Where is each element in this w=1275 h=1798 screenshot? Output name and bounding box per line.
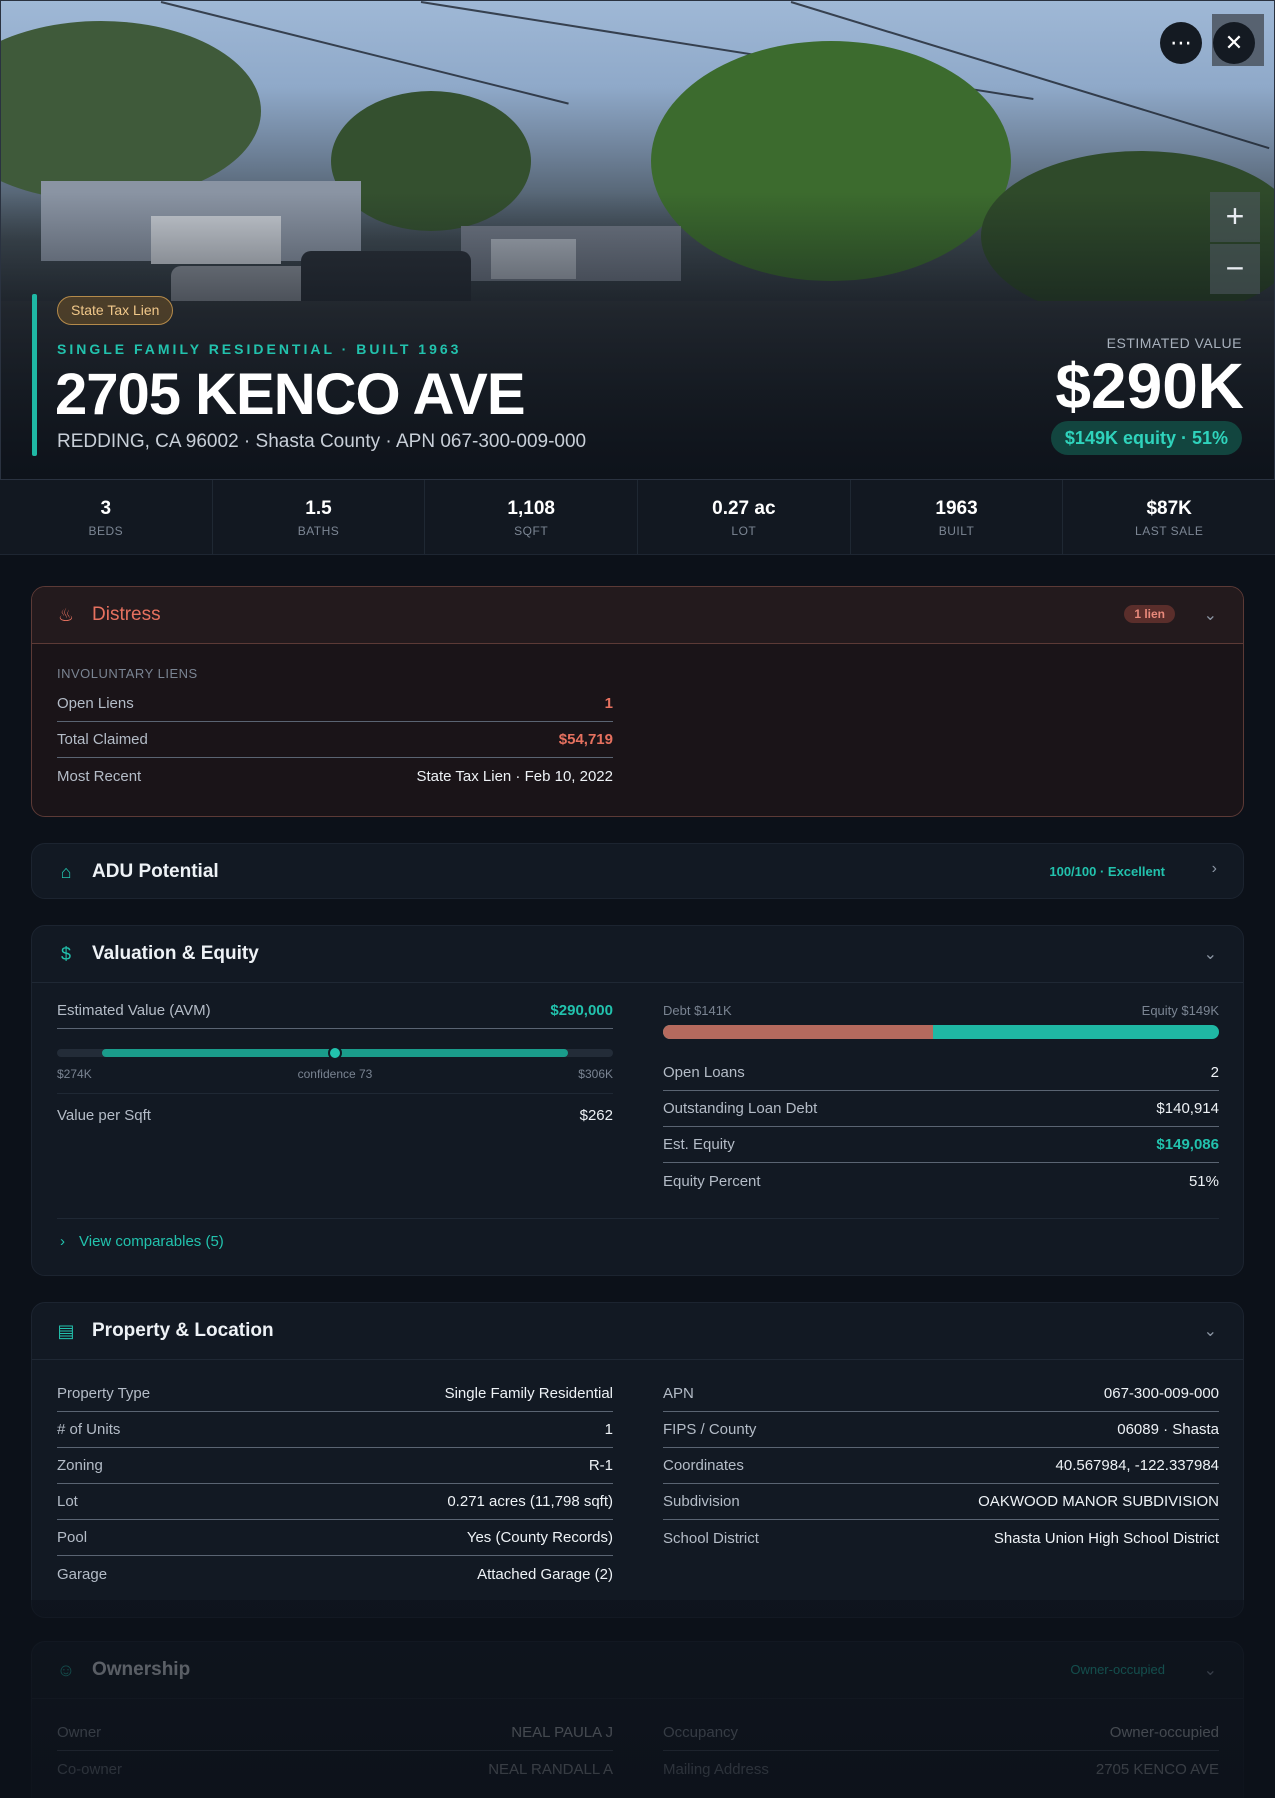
valuation-title: Valuation & Equity xyxy=(92,943,259,964)
distress-header[interactable]: ♨ Distress 1 lien ⌄ xyxy=(32,587,1243,643)
avm-row: Estimated Value (AVM) $290,000 xyxy=(57,993,613,1029)
occupancy-row: Occupancy Owner-occupied xyxy=(663,1715,1219,1751)
equity-label: Equity $149K xyxy=(1141,1003,1219,1018)
property-location-card: ▤ Property & Location ⌄ Property Type Sin… xyxy=(31,1302,1244,1618)
property-title: Property & Location xyxy=(92,1320,274,1341)
home-icon: ⌂ xyxy=(60,861,72,882)
stat-last-sale: $87K LAST SALE xyxy=(1135,498,1204,538)
hero-photo: State Tax Lien SINGLE FAMILY RESIDENTIAL… xyxy=(0,0,1275,480)
distress-card: ♨ Distress 1 lien ⌄ INVOLUNTARY LIENS Op… xyxy=(31,586,1244,817)
open-loans-row: Open Loans 2 xyxy=(663,1055,1219,1091)
debt-equity-bar xyxy=(663,1025,1219,1039)
state-tax-lien-badge[interactable]: State Tax Lien xyxy=(57,296,174,325)
stat-built: 1963 BUILT xyxy=(851,480,1064,554)
view-comparables-link[interactable]: › View comparables (5) xyxy=(60,1233,224,1250)
ownership-card: ☺ Ownership Owner-occupied ⌄ Owner NEAL P… xyxy=(31,1641,1244,1798)
avm-range-track xyxy=(57,1046,613,1060)
stats-bar: 3 BEDS 1.5 BATHS 1,108 SQFT 0.27 ac LOT 1963… xyxy=(0,480,1275,555)
pool-row: Pool Yes (County Records) xyxy=(57,1520,613,1556)
value-per-sqft-row: Value per Sqft $262 xyxy=(57,1106,613,1124)
occupancy-badge: Owner-occupied xyxy=(1070,1662,1165,1677)
more-horizontal-icon: ⋯ xyxy=(1170,30,1192,55)
total-claimed-row: Total Claimed $54,719 xyxy=(57,722,613,758)
equity-percent-row: Equity Percent 51% xyxy=(663,1172,1219,1190)
open-liens-row: Open Liens 1 xyxy=(57,686,613,722)
property-subaddress: REDDING, CA 96002 · Shasta County · APN … xyxy=(57,431,587,452)
stat-lot: 0.27 ac LOT xyxy=(638,480,851,554)
distress-title: Distress xyxy=(92,604,161,625)
most-recent-row: Most Recent State Tax Lien · Feb 10, 202… xyxy=(57,767,613,785)
property-header[interactable]: ▤ Property & Location ⌄ xyxy=(32,1303,1243,1359)
zoom-in-button[interactable]: + xyxy=(1210,192,1260,242)
ownership-header[interactable]: ☺ Ownership Owner-occupied ⌄ xyxy=(32,1642,1243,1698)
close-icon: ✕ xyxy=(1224,30,1244,55)
more-options-button[interactable]: ⋯ xyxy=(1160,22,1202,64)
lot-row: Lot 0.271 acres (11,798 sqft) xyxy=(57,1484,613,1520)
ownership-title: Ownership xyxy=(92,1659,191,1680)
involuntary-liens-label: INVOLUNTARY LIENS xyxy=(57,666,198,681)
chevron-down-icon: ⌄ xyxy=(1203,946,1217,963)
adu-header[interactable]: ⌂ ADU Potential 100/100 · Excellent › xyxy=(32,844,1243,898)
stat-sqft: 1,108 SQFT xyxy=(425,480,639,554)
chevron-down-icon: ⌄ xyxy=(1203,1323,1217,1340)
flame-icon: ♨ xyxy=(57,604,75,625)
avm-confidence-marker xyxy=(328,1046,342,1060)
accent-bar xyxy=(32,294,37,456)
est-equity-row: Est. Equity $149,086 xyxy=(663,1127,1219,1163)
adu-potential-card[interactable]: ⌂ ADU Potential 100/100 · Excellent › xyxy=(31,843,1244,899)
valuation-equity-card: $ Valuation & Equity ⌄ Estimated Value (… xyxy=(31,925,1244,1276)
plus-icon: + xyxy=(1225,198,1245,234)
school-district-row: School District Shasta Union High School … xyxy=(663,1529,1219,1547)
debt-bar-fill xyxy=(663,1025,934,1039)
lien-count-badge: 1 lien xyxy=(1124,605,1175,623)
chevron-right-icon: › xyxy=(1211,860,1217,877)
property-type-row: Property Type Single Family Residential xyxy=(57,1376,613,1412)
stat-beds: 3 BEDS xyxy=(0,480,213,554)
zoom-out-button[interactable]: − xyxy=(1210,244,1260,294)
property-kicker: SINGLE FAMILY RESIDENTIAL · BUILT 1963 xyxy=(57,341,462,357)
apn-row: APN 067-300-009-000 xyxy=(663,1376,1219,1412)
stat-baths: 1.5 BATHS xyxy=(213,480,426,554)
co-owner-row: Co-owner NEAL RANDALL A xyxy=(57,1760,613,1778)
garage-row: Garage Attached Garage (2) xyxy=(57,1565,613,1583)
valuation-header[interactable]: $ Valuation & Equity ⌄ xyxy=(32,926,1243,982)
coordinates-row: Coordinates 40.567984, -122.337984 xyxy=(663,1448,1219,1484)
adu-title: ADU Potential xyxy=(92,861,219,882)
building-icon: ▤ xyxy=(57,1320,75,1341)
units-row: # of Units 1 xyxy=(57,1412,613,1448)
equity-badge: $149K equity · 51% xyxy=(1050,421,1242,455)
adu-score: 100/100 · Excellent xyxy=(1049,864,1165,879)
range-high: $306K xyxy=(578,1067,613,1081)
chevron-down-icon: ⌄ xyxy=(1203,1662,1217,1679)
zoning-row: Zoning R-1 xyxy=(57,1448,613,1484)
user-icon: ☺ xyxy=(56,1659,76,1680)
estimated-value: $290K xyxy=(1055,350,1244,422)
fips-county-row: FIPS / County 06089 · Shasta xyxy=(663,1412,1219,1448)
minus-icon: − xyxy=(1225,250,1245,286)
dollar-icon: $ xyxy=(60,943,71,964)
close-button[interactable]: ✕ xyxy=(1213,22,1255,64)
chevron-down-icon: ⌄ xyxy=(1203,607,1217,624)
mailing-address-row: Mailing Address 2705 KENCO AVE xyxy=(663,1760,1219,1778)
owner-row: Owner NEAL PAULA J xyxy=(57,1715,613,1751)
chevron-right-icon: › xyxy=(60,1233,65,1250)
property-address: 2705 KENCO AVE xyxy=(55,362,526,427)
outstanding-debt-row: Outstanding Loan Debt $140,914 xyxy=(663,1091,1219,1127)
subdivision-row: Subdivision OAKWOOD MANOR SUBDIVISION xyxy=(663,1484,1219,1520)
